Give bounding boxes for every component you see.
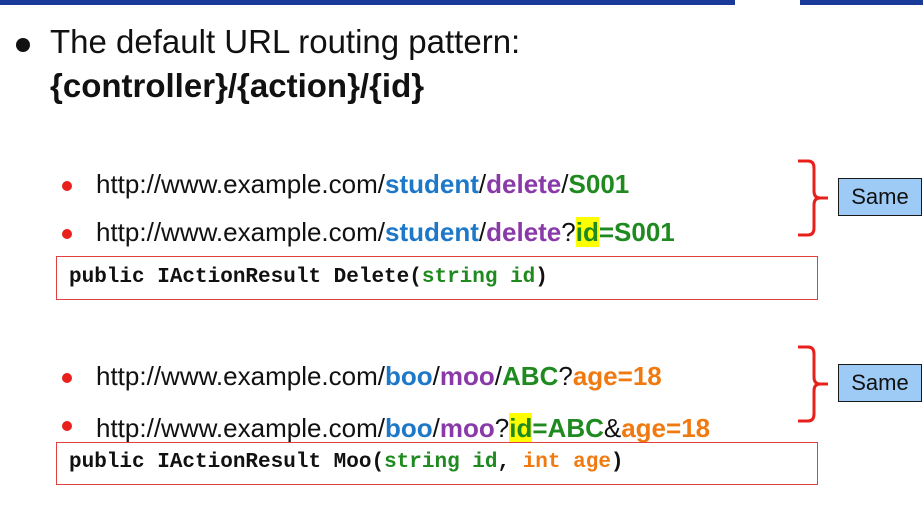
bullet-dot	[62, 181, 72, 191]
code-close: )	[535, 266, 548, 289]
url-id-key-highlighted: id	[575, 217, 599, 247]
code-delete-signature: public IActionResult Delete(string id)	[56, 256, 818, 300]
url-query: age=18	[621, 413, 711, 443]
url-action: moo	[439, 361, 495, 391]
url-action: delete	[486, 169, 562, 199]
code-param: string id	[384, 451, 498, 474]
url-amp: &	[603, 413, 622, 443]
url-controller: boo	[385, 361, 433, 391]
bullet-dot	[62, 373, 72, 383]
bullet-dot	[62, 421, 72, 431]
url-action: moo	[439, 413, 495, 443]
url-id: S001	[568, 169, 630, 199]
code-close: )	[610, 451, 624, 474]
top-border-left	[0, 0, 735, 5]
code-param: string id	[421, 266, 536, 289]
url-id: ABC	[502, 361, 559, 391]
same-label-2: Same	[838, 364, 922, 402]
url-id-value: =S001	[598, 217, 675, 247]
url-line-g2-1: http://www.example.com/boo/moo/ABC?age=1…	[96, 359, 662, 393]
url-line-g2-2: http://www.example.com/boo/moo?id=ABC&ag…	[96, 411, 710, 445]
url-sep: /	[561, 169, 569, 199]
url-sep: /	[494, 361, 503, 391]
url-controller: student	[385, 169, 479, 199]
code-param: int age	[522, 451, 611, 474]
code-moo-signature: public IActionResult Moo(string id, int …	[56, 442, 818, 485]
url-line-g1-2: http://www.example.com/student/delete?id…	[96, 215, 675, 249]
url-line-g1-1: http://www.example.com/student/delete/S0…	[96, 167, 629, 201]
url-sep: /	[432, 413, 440, 443]
url-action: delete	[486, 217, 562, 247]
url-base: http://www.example.com/	[96, 361, 385, 391]
same-label-1: Same	[838, 178, 922, 216]
url-question: ?	[558, 361, 573, 391]
code-sig: public IActionResult Delete(	[69, 266, 422, 289]
url-controller: student	[385, 217, 479, 247]
url-base: http://www.example.com/	[96, 169, 385, 199]
url-id-value: =ABC	[532, 413, 604, 443]
heading-title: The default URL routing pattern:	[50, 23, 521, 60]
code-comma: ,	[497, 451, 523, 474]
top-border-right	[800, 0, 923, 5]
url-id-key-highlighted: id	[509, 413, 533, 443]
bracket-icon	[798, 345, 828, 423]
url-query: age=18	[572, 361, 662, 391]
bracket-icon	[798, 159, 828, 237]
url-controller: boo	[385, 413, 433, 443]
url-question: ?	[561, 217, 576, 247]
url-base: http://www.example.com/	[96, 217, 385, 247]
main-bullet	[16, 38, 30, 52]
code-sig: public IActionResult Moo(	[69, 451, 385, 474]
bullet-dot	[62, 229, 72, 239]
url-question: ?	[494, 413, 510, 443]
url-sep: /	[432, 361, 440, 391]
heading-pattern: {controller}/{action}/{id}	[50, 67, 425, 104]
url-base: http://www.example.com/	[96, 413, 385, 443]
